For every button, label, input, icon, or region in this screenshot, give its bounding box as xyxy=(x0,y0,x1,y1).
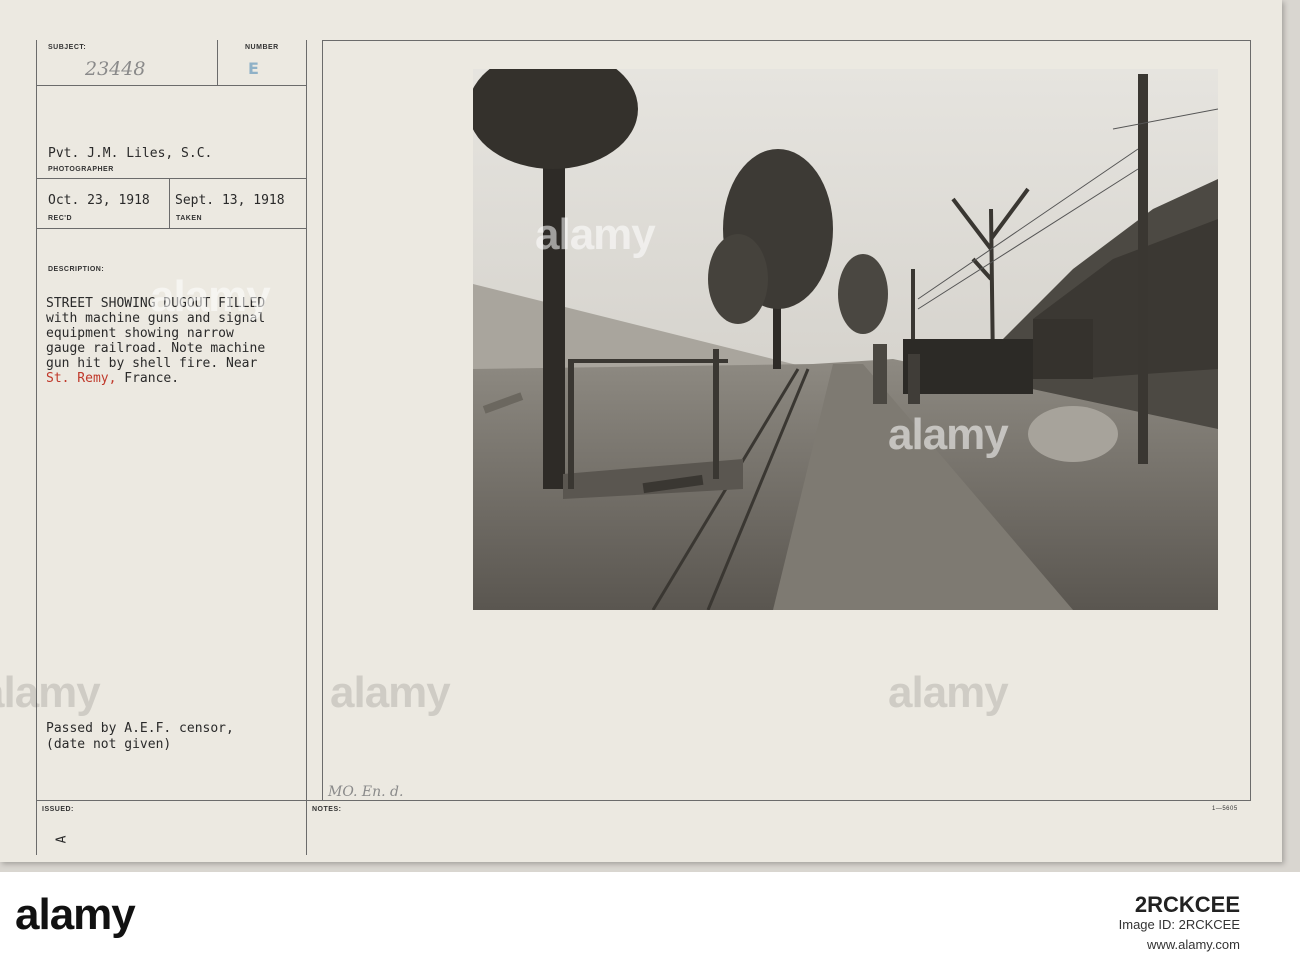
watermark: alamy xyxy=(150,272,271,321)
description-line: gauge railroad. Note machine xyxy=(46,341,266,356)
censor-line-1: Passed by A.E.F. censor, xyxy=(46,721,234,736)
received-date: Oct. 23, 1918 xyxy=(48,193,150,208)
number-divider xyxy=(217,40,218,85)
photographer-name: Pvt. J.M. Liles, S.C. xyxy=(48,146,213,161)
photographer-rule xyxy=(36,178,306,179)
photo-frame-right-rule xyxy=(1250,40,1251,800)
country-name: France. xyxy=(116,371,180,386)
watermark: alamy xyxy=(535,210,656,259)
mounted-photograph xyxy=(473,69,1218,610)
form-code: 1—5605 xyxy=(1212,806,1238,812)
stock-reference: 2RCKCEE Image ID: 2RCKCEE www.alamy.com xyxy=(1118,892,1240,955)
description-line: equipment showing narrow xyxy=(46,326,234,341)
stock-url[interactable]: www.alamy.com xyxy=(1119,935,1240,955)
received-label: REC'D xyxy=(48,215,72,222)
header-rule xyxy=(36,85,306,86)
column-divider-rule xyxy=(306,40,307,855)
issued-label: ISSUED: xyxy=(42,806,74,813)
subject-label: SUBJECT: xyxy=(48,44,87,51)
stock-logo[interactable]: alamy xyxy=(15,890,136,940)
photograph-image xyxy=(473,69,1218,610)
dates-rule xyxy=(36,228,306,229)
record-card: SUBJECT: 23448 NUMBER E Pvt. J.M. Liles,… xyxy=(0,0,1282,862)
left-margin-rule xyxy=(36,40,37,855)
number-label: NUMBER xyxy=(245,44,279,51)
watermark: alamy xyxy=(330,668,451,717)
notes-rule xyxy=(36,800,1251,801)
photo-frame-top-rule xyxy=(322,40,1251,41)
number-stamp: E xyxy=(248,59,259,78)
stock-banner xyxy=(0,872,1300,962)
dates-divider xyxy=(169,179,170,228)
subject-number: 23448 xyxy=(85,58,146,80)
image-id: Image ID: 2RCKCEE xyxy=(1118,917,1240,932)
photographer-label: PHOTOGRAPHER xyxy=(48,166,114,173)
taken-date: Sept. 13, 1918 xyxy=(175,193,285,208)
watermark: alamy xyxy=(888,668,1009,717)
taken-label: TAKEN xyxy=(176,215,203,222)
watermark: alamy xyxy=(888,410,1009,459)
place-name: St. Remy, xyxy=(46,371,117,386)
censor-line-2: (date not given) xyxy=(46,737,172,752)
description-location: St. Remy, France. xyxy=(46,371,316,386)
description-line: gun hit by shell fire. Near xyxy=(46,356,258,371)
photo-frame-left-rule xyxy=(322,40,323,800)
issued-mark: A xyxy=(54,835,70,844)
notes-label: NOTES: xyxy=(312,806,342,813)
image-code: 2RCKCEE xyxy=(1134,892,1240,917)
description-label: DESCRIPTION: xyxy=(48,266,105,273)
handwritten-note: MO. En. d. xyxy=(328,784,404,800)
watermark: alamy xyxy=(0,668,101,717)
